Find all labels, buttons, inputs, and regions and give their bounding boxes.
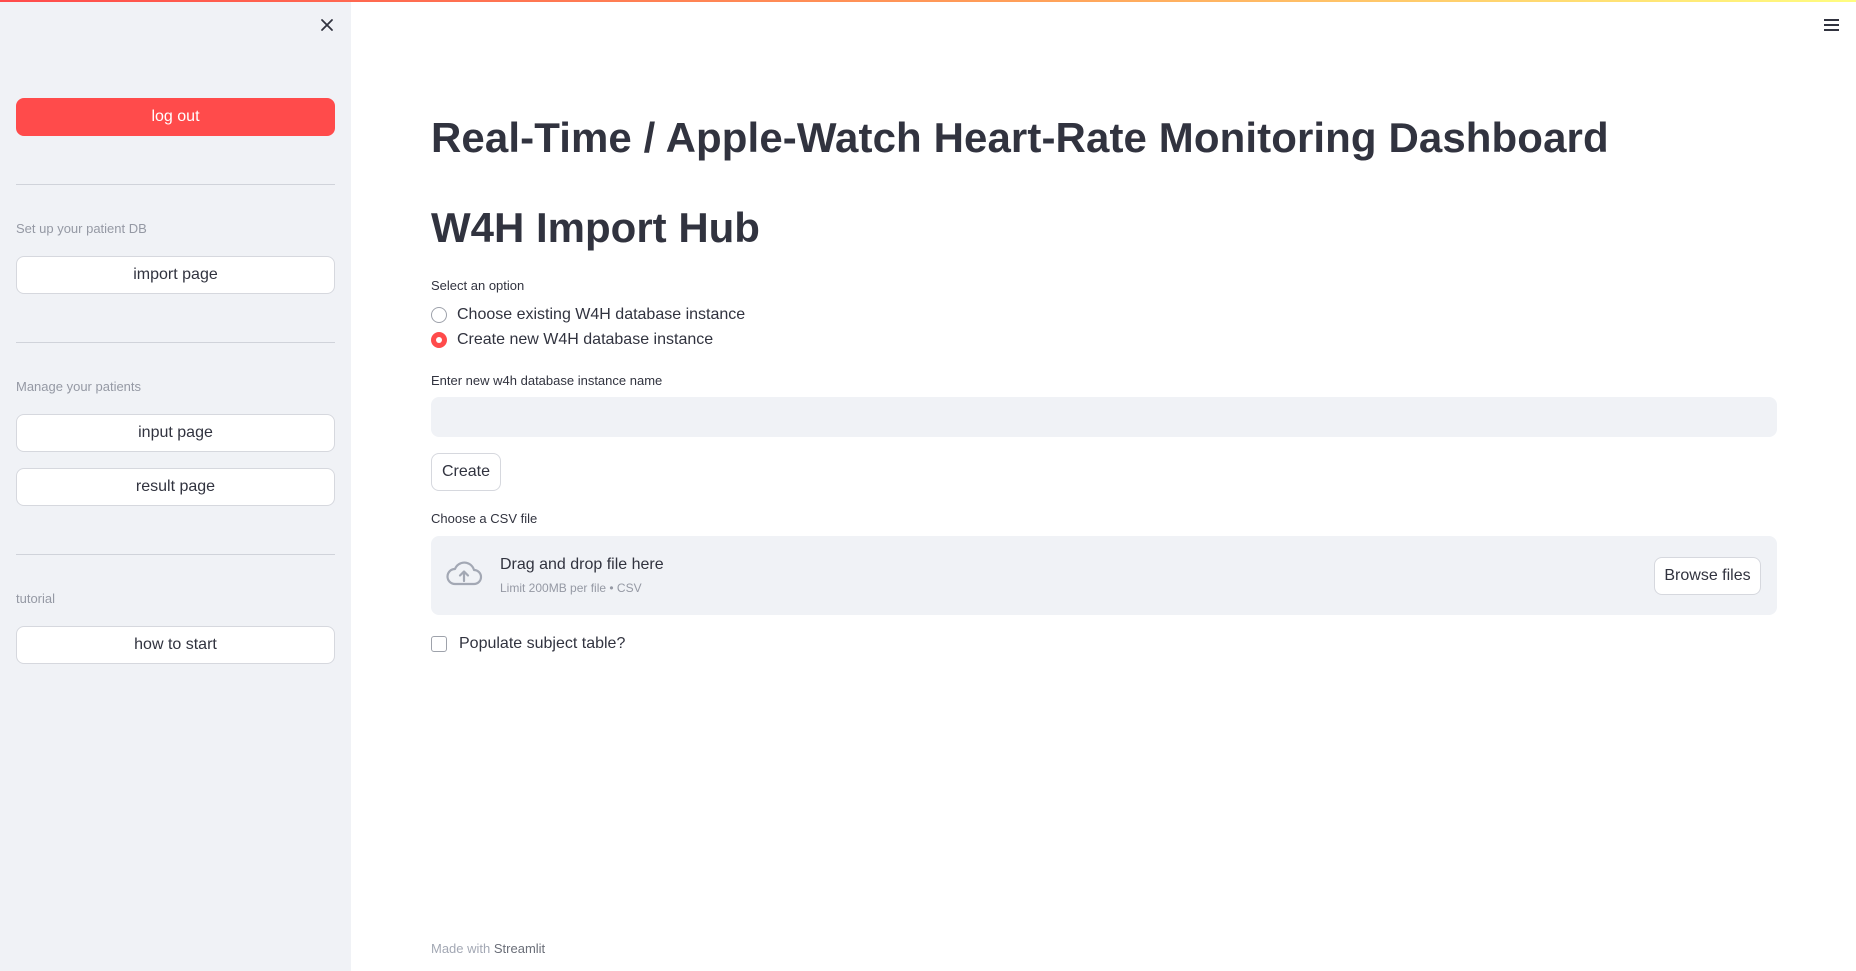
checkbox[interactable] (431, 636, 447, 652)
footer-streamlit-link[interactable]: Streamlit (494, 941, 545, 956)
create-button[interactable]: Create (431, 453, 501, 491)
sidebar-caption-setup: Set up your patient DB (16, 221, 147, 236)
radio-option-label: Create new W4H database instance (457, 331, 714, 348)
sidebar-caption-manage: Manage your patients (16, 379, 142, 394)
populate-subject-checkbox-row[interactable]: Populate subject table? (431, 633, 625, 655)
sidebar: log out Set up your patient DB import pa… (0, 0, 351, 971)
main-content: Real-Time / Apple-Watch Heart-Rate Monit… (431, 0, 1777, 971)
how-to-start-button[interactable]: how to start (16, 626, 335, 664)
logout-button[interactable]: log out (16, 98, 335, 136)
page-title: Real-Time / Apple-Watch Heart-Rate Monit… (431, 114, 1609, 161)
cloud-upload-icon (445, 558, 483, 588)
instance-name-input[interactable] (431, 397, 1777, 437)
file-uploader-label: Choose a CSV file (431, 511, 538, 526)
sidebar-caption-tutorial: tutorial (16, 591, 56, 606)
sidebar-divider (16, 554, 335, 555)
import-page-button[interactable]: import page (16, 256, 335, 294)
checkbox-label: Populate subject table? (459, 635, 626, 652)
footer-prefix: Made with (431, 941, 491, 956)
radio-option-label: Choose existing W4H database instance (457, 306, 746, 323)
dropzone-limit: Limit 200MB per file • CSV (500, 581, 642, 595)
result-page-button[interactable]: result page (16, 468, 335, 506)
hamburger-menu-icon[interactable] (1822, 16, 1842, 34)
radio-group-label: Select an option (431, 278, 525, 293)
sidebar-divider (16, 342, 335, 343)
footer: Made with Streamlit (431, 941, 545, 956)
input-page-button[interactable]: input page (16, 414, 335, 452)
close-icon[interactable] (316, 14, 338, 36)
radio-option-existing[interactable]: Choose existing W4H database instance (431, 304, 745, 326)
section-title: W4H Import Hub (431, 204, 760, 251)
browse-files-button[interactable]: Browse files (1654, 557, 1761, 595)
sidebar-divider (16, 184, 335, 185)
radio-selected-icon[interactable] (431, 332, 447, 348)
instance-name-label: Enter new w4h database instance name (431, 373, 663, 388)
dropzone-instructions: Drag and drop file here (500, 556, 664, 573)
radio-option-new[interactable]: Create new W4H database instance (431, 329, 713, 351)
file-dropzone[interactable]: Drag and drop file here Limit 200MB per … (431, 536, 1777, 615)
radio-unselected-icon[interactable] (431, 307, 447, 323)
header-decoration-bar (0, 0, 1856, 2)
